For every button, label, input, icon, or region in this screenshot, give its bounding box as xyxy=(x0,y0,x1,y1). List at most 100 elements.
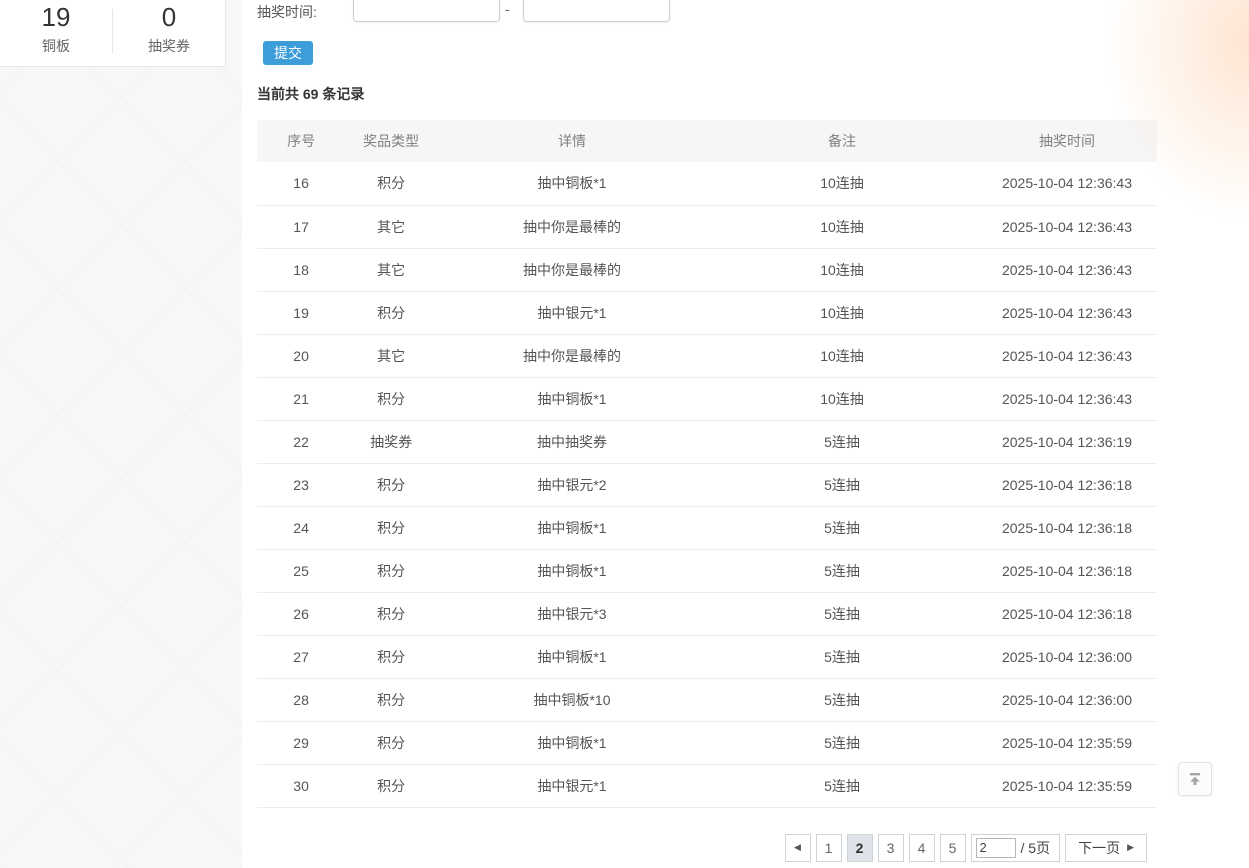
cell-time: 2025-10-04 12:36:00 xyxy=(977,678,1157,721)
cell-prize-type: 积分 xyxy=(345,678,437,721)
cell-remark: 5连抽 xyxy=(707,506,977,549)
cell-time: 2025-10-04 12:36:43 xyxy=(977,291,1157,334)
back-to-top-icon xyxy=(1187,771,1203,787)
draw-time-end-input[interactable] xyxy=(523,0,670,22)
cell-seq: 29 xyxy=(257,721,345,764)
table-row: 26 积分 抽中银元*3 5连抽 2025-10-04 12:36:18 xyxy=(257,592,1157,635)
next-page-label: 下一页 xyxy=(1078,838,1120,858)
cell-detail: 抽中铜板*1 xyxy=(437,377,707,420)
cell-time: 2025-10-04 12:36:19 xyxy=(977,420,1157,463)
stat-coins-label: 铜板 xyxy=(0,36,112,56)
left-panel: 19 铜板 0 抽奖券 xyxy=(0,0,242,868)
cell-time: 2025-10-04 12:36:00 xyxy=(977,635,1157,678)
draw-time-start-input[interactable] xyxy=(353,0,500,22)
cell-detail: 抽中铜板*1 xyxy=(437,635,707,678)
cell-remark: 10连抽 xyxy=(707,162,977,205)
cell-prize-type: 其它 xyxy=(345,205,437,248)
cell-time: 2025-10-04 12:36:18 xyxy=(977,592,1157,635)
next-arrow-icon: ▶ xyxy=(1127,842,1134,853)
cell-seq: 23 xyxy=(257,463,345,506)
cell-seq: 20 xyxy=(257,334,345,377)
table-row: 21 积分 抽中铜板*1 10连抽 2025-10-04 12:36:43 xyxy=(257,377,1157,420)
cell-prize-type: 积分 xyxy=(345,506,437,549)
cell-remark: 5连抽 xyxy=(707,721,977,764)
page-button[interactable]: 3 xyxy=(878,834,904,862)
table-header-row: 序号奖品类型详情备注抽奖时间 xyxy=(257,120,1157,162)
cell-seq: 17 xyxy=(257,205,345,248)
cell-prize-type: 其它 xyxy=(345,248,437,291)
table-row: 16 积分 抽中铜板*1 10连抽 2025-10-04 12:36:43 xyxy=(257,162,1157,205)
draw-time-label: 抽奖时间: xyxy=(257,0,317,22)
cell-prize-type: 积分 xyxy=(345,549,437,592)
cell-seq: 30 xyxy=(257,764,345,807)
table-body: 16 积分 抽中铜板*1 10连抽 2025-10-04 12:36:43 17… xyxy=(257,162,1157,807)
submit-button[interactable]: 提交 xyxy=(263,41,313,65)
cell-detail: 抽中铜板*1 xyxy=(437,162,707,205)
record-count: 当前共 69 条记录 xyxy=(257,84,1249,104)
cell-remark: 5连抽 xyxy=(707,678,977,721)
cell-remark: 10连抽 xyxy=(707,205,977,248)
cell-time: 2025-10-04 12:36:43 xyxy=(977,248,1157,291)
cell-prize-type: 积分 xyxy=(345,162,437,205)
cell-detail: 抽中银元*3 xyxy=(437,592,707,635)
cell-seq: 25 xyxy=(257,549,345,592)
cell-seq: 24 xyxy=(257,506,345,549)
stat-coins-value: 19 xyxy=(0,1,112,33)
page-button[interactable]: 5 xyxy=(940,834,966,862)
cell-prize-type: 积分 xyxy=(345,764,437,807)
stats-card: 19 铜板 0 抽奖券 xyxy=(0,0,226,67)
cell-prize-type: 积分 xyxy=(345,377,437,420)
cell-remark: 10连抽 xyxy=(707,248,977,291)
cell-remark: 5连抽 xyxy=(707,764,977,807)
date-range-separator: - xyxy=(505,0,510,17)
prev-page-button[interactable]: ◀ xyxy=(785,834,811,862)
cell-time: 2025-10-04 12:36:43 xyxy=(977,205,1157,248)
cell-prize-type: 抽奖券 xyxy=(345,420,437,463)
table-row: 18 其它 抽中你是最棒的 10连抽 2025-10-04 12:36:43 xyxy=(257,248,1157,291)
cell-time: 2025-10-04 12:36:18 xyxy=(977,549,1157,592)
draw-time-filter: 抽奖时间: - xyxy=(257,0,1249,23)
cell-detail: 抽中银元*2 xyxy=(437,463,707,506)
cell-time: 2025-10-04 12:35:59 xyxy=(977,764,1157,807)
cell-remark: 10连抽 xyxy=(707,291,977,334)
records-table: 序号奖品类型详情备注抽奖时间 16 积分 抽中铜板*1 10连抽 2025-10… xyxy=(257,120,1157,808)
cell-prize-type: 积分 xyxy=(345,721,437,764)
cell-time: 2025-10-04 12:36:18 xyxy=(977,506,1157,549)
page-button[interactable]: 2 xyxy=(847,834,873,862)
next-page-button[interactable]: 下一页 ▶ xyxy=(1065,834,1147,862)
cell-detail: 抽中铜板*1 xyxy=(437,506,707,549)
page-jump-input[interactable] xyxy=(976,838,1016,858)
page-button[interactable]: 1 xyxy=(816,834,842,862)
cell-prize-type: 其它 xyxy=(345,334,437,377)
cell-remark: 10连抽 xyxy=(707,334,977,377)
cell-time: 2025-10-04 12:36:18 xyxy=(977,463,1157,506)
column-header: 奖品类型 xyxy=(345,120,437,162)
cell-seq: 26 xyxy=(257,592,345,635)
table-row: 22 抽奖券 抽中抽奖券 5连抽 2025-10-04 12:36:19 xyxy=(257,420,1157,463)
cell-seq: 18 xyxy=(257,248,345,291)
page-button[interactable]: 4 xyxy=(909,834,935,862)
stat-tickets-value: 0 xyxy=(113,1,225,33)
cell-detail: 抽中抽奖券 xyxy=(437,420,707,463)
cell-prize-type: 积分 xyxy=(345,635,437,678)
cell-detail: 抽中银元*1 xyxy=(437,291,707,334)
column-header: 抽奖时间 xyxy=(977,120,1157,162)
column-header: 详情 xyxy=(437,120,707,162)
table-row: 30 积分 抽中银元*1 5连抽 2025-10-04 12:35:59 xyxy=(257,764,1157,807)
table-row: 23 积分 抽中银元*2 5连抽 2025-10-04 12:36:18 xyxy=(257,463,1157,506)
page-jump-group: / 5页 xyxy=(971,834,1061,862)
cell-seq: 22 xyxy=(257,420,345,463)
column-header: 备注 xyxy=(707,120,977,162)
cell-time: 2025-10-04 12:36:43 xyxy=(977,162,1157,205)
table-row: 25 积分 抽中铜板*1 5连抽 2025-10-04 12:36:18 xyxy=(257,549,1157,592)
cell-detail: 抽中银元*1 xyxy=(437,764,707,807)
page-total-label: / 5页 xyxy=(1021,838,1051,858)
cell-seq: 16 xyxy=(257,162,345,205)
stat-coins: 19 铜板 xyxy=(0,0,112,66)
back-to-top-button[interactable] xyxy=(1178,762,1212,796)
table-row: 17 其它 抽中你是最棒的 10连抽 2025-10-04 12:36:43 xyxy=(257,205,1157,248)
table-row: 24 积分 抽中铜板*1 5连抽 2025-10-04 12:36:18 xyxy=(257,506,1157,549)
cell-remark: 10连抽 xyxy=(707,377,977,420)
cell-prize-type: 积分 xyxy=(345,592,437,635)
cell-remark: 5连抽 xyxy=(707,463,977,506)
